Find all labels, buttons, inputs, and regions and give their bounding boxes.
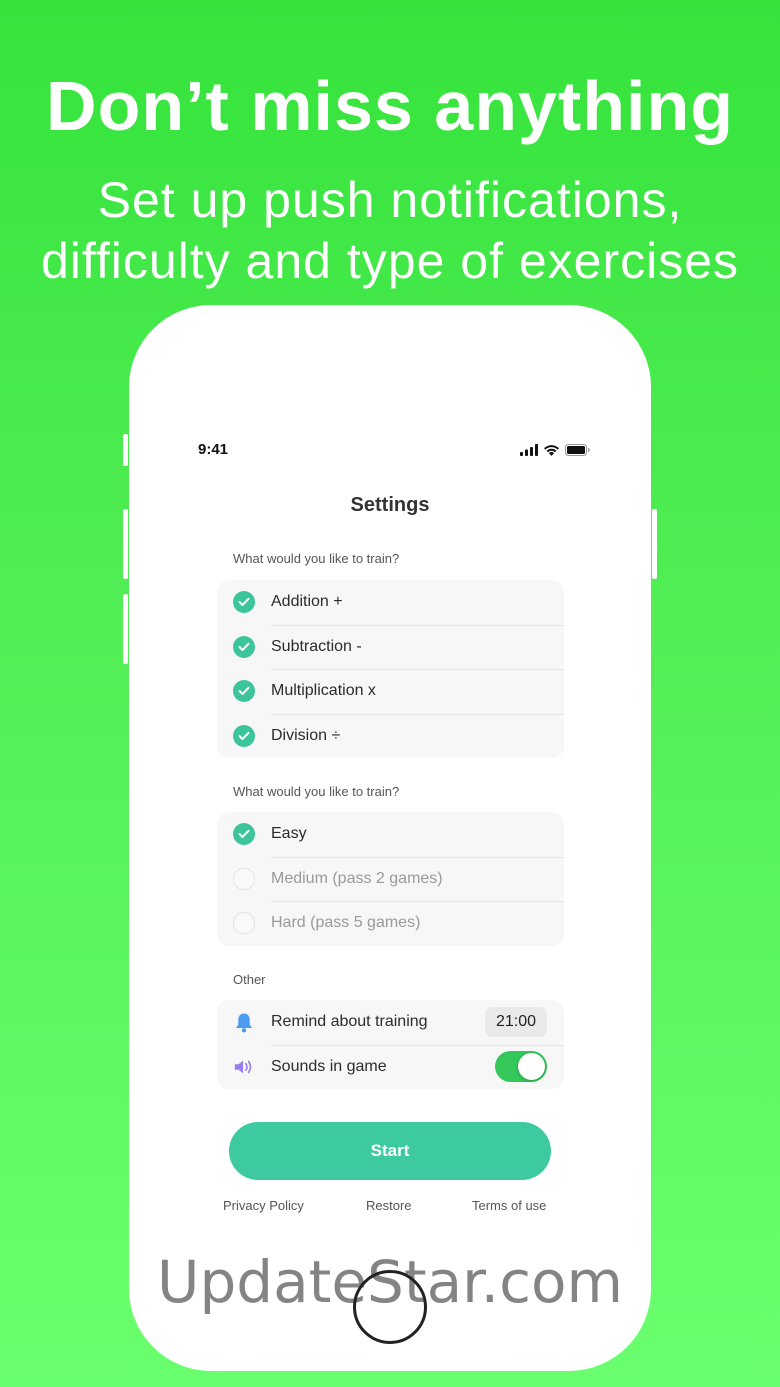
sounds-toggle[interactable]	[495, 1051, 547, 1083]
sounds-label: Sounds in game	[271, 1057, 387, 1075]
checkmark-icon	[233, 635, 255, 658]
privacy-policy-link[interactable]: Privacy Policy	[223, 1198, 304, 1213]
screen-title: Settings	[350, 494, 430, 516]
other-section-label: Other	[233, 972, 266, 987]
other-group: Remind about training 21:00 Sounds in ga…	[217, 1000, 564, 1089]
wifi-icon	[544, 445, 559, 456]
phone-volume-up	[123, 509, 128, 579]
difficulty-label: Hard (pass 5 games)	[271, 914, 421, 932]
difficulty-easy[interactable]: Easy	[217, 812, 564, 857]
terms-of-use-link[interactable]: Terms of use	[472, 1198, 546, 1213]
subhead-line-2: difficulty and type of exercises	[40, 233, 740, 289]
phone-power-button	[652, 509, 657, 579]
exercise-label: Multiplication x	[271, 682, 376, 700]
exercise-addition[interactable]: Addition +	[217, 580, 564, 625]
difficulty-section-label: What would you like to train?	[233, 784, 400, 799]
bell-icon	[233, 1011, 255, 1033]
exercise-label: Addition +	[271, 593, 343, 611]
phone-mute-switch	[123, 434, 128, 466]
exercise-division[interactable]: Division ÷	[217, 713, 564, 759]
status-time: 9:41	[198, 441, 229, 458]
difficulty-label: Easy	[271, 825, 307, 843]
checkmark-icon	[233, 724, 255, 747]
sounds-row: Sounds in game	[217, 1044, 564, 1090]
start-button[interactable]: Start	[229, 1122, 551, 1180]
battery-icon	[565, 444, 590, 456]
checkmark-icon	[233, 680, 255, 703]
status-icons	[520, 443, 590, 457]
difficulty-medium[interactable]: Medium (pass 2 games)	[217, 856, 564, 902]
exercises-group: Addition + Subtraction - Multiplication …	[217, 580, 564, 758]
exercise-subtraction[interactable]: Subtraction -	[217, 624, 564, 670]
checkmark-icon	[233, 591, 255, 614]
difficulty-hard[interactable]: Hard (pass 5 games)	[217, 901, 564, 946]
home-button[interactable]	[353, 1270, 427, 1344]
headline: Don’t miss anything	[46, 67, 734, 145]
difficulty-group: Easy Medium (pass 2 games) Hard (pass 5 …	[217, 812, 564, 946]
subheadline: Set up push notifications, difficulty an…	[0, 170, 780, 292]
checkmark-icon	[233, 823, 255, 846]
speaker-icon	[233, 1056, 255, 1078]
toggle-knob	[518, 1053, 545, 1081]
radio-empty-icon	[233, 867, 255, 890]
exercise-multiplication[interactable]: Multiplication x	[217, 669, 564, 714]
exercise-label: Division ÷	[271, 726, 341, 744]
phone-volume-down	[123, 594, 128, 664]
signal-icon	[520, 444, 538, 456]
remind-time-picker[interactable]: 21:00	[485, 1007, 547, 1038]
subhead-line-1: Set up push notifications,	[97, 172, 683, 228]
radio-empty-icon	[233, 912, 255, 935]
difficulty-label: Medium (pass 2 games)	[271, 869, 443, 887]
remind-label: Remind about training	[271, 1013, 428, 1031]
exercise-label: Subtraction -	[271, 637, 362, 655]
exercises-section-label: What would you like to train?	[233, 551, 400, 566]
remind-row[interactable]: Remind about training 21:00	[217, 1000, 564, 1045]
restore-link[interactable]: Restore	[366, 1198, 412, 1213]
